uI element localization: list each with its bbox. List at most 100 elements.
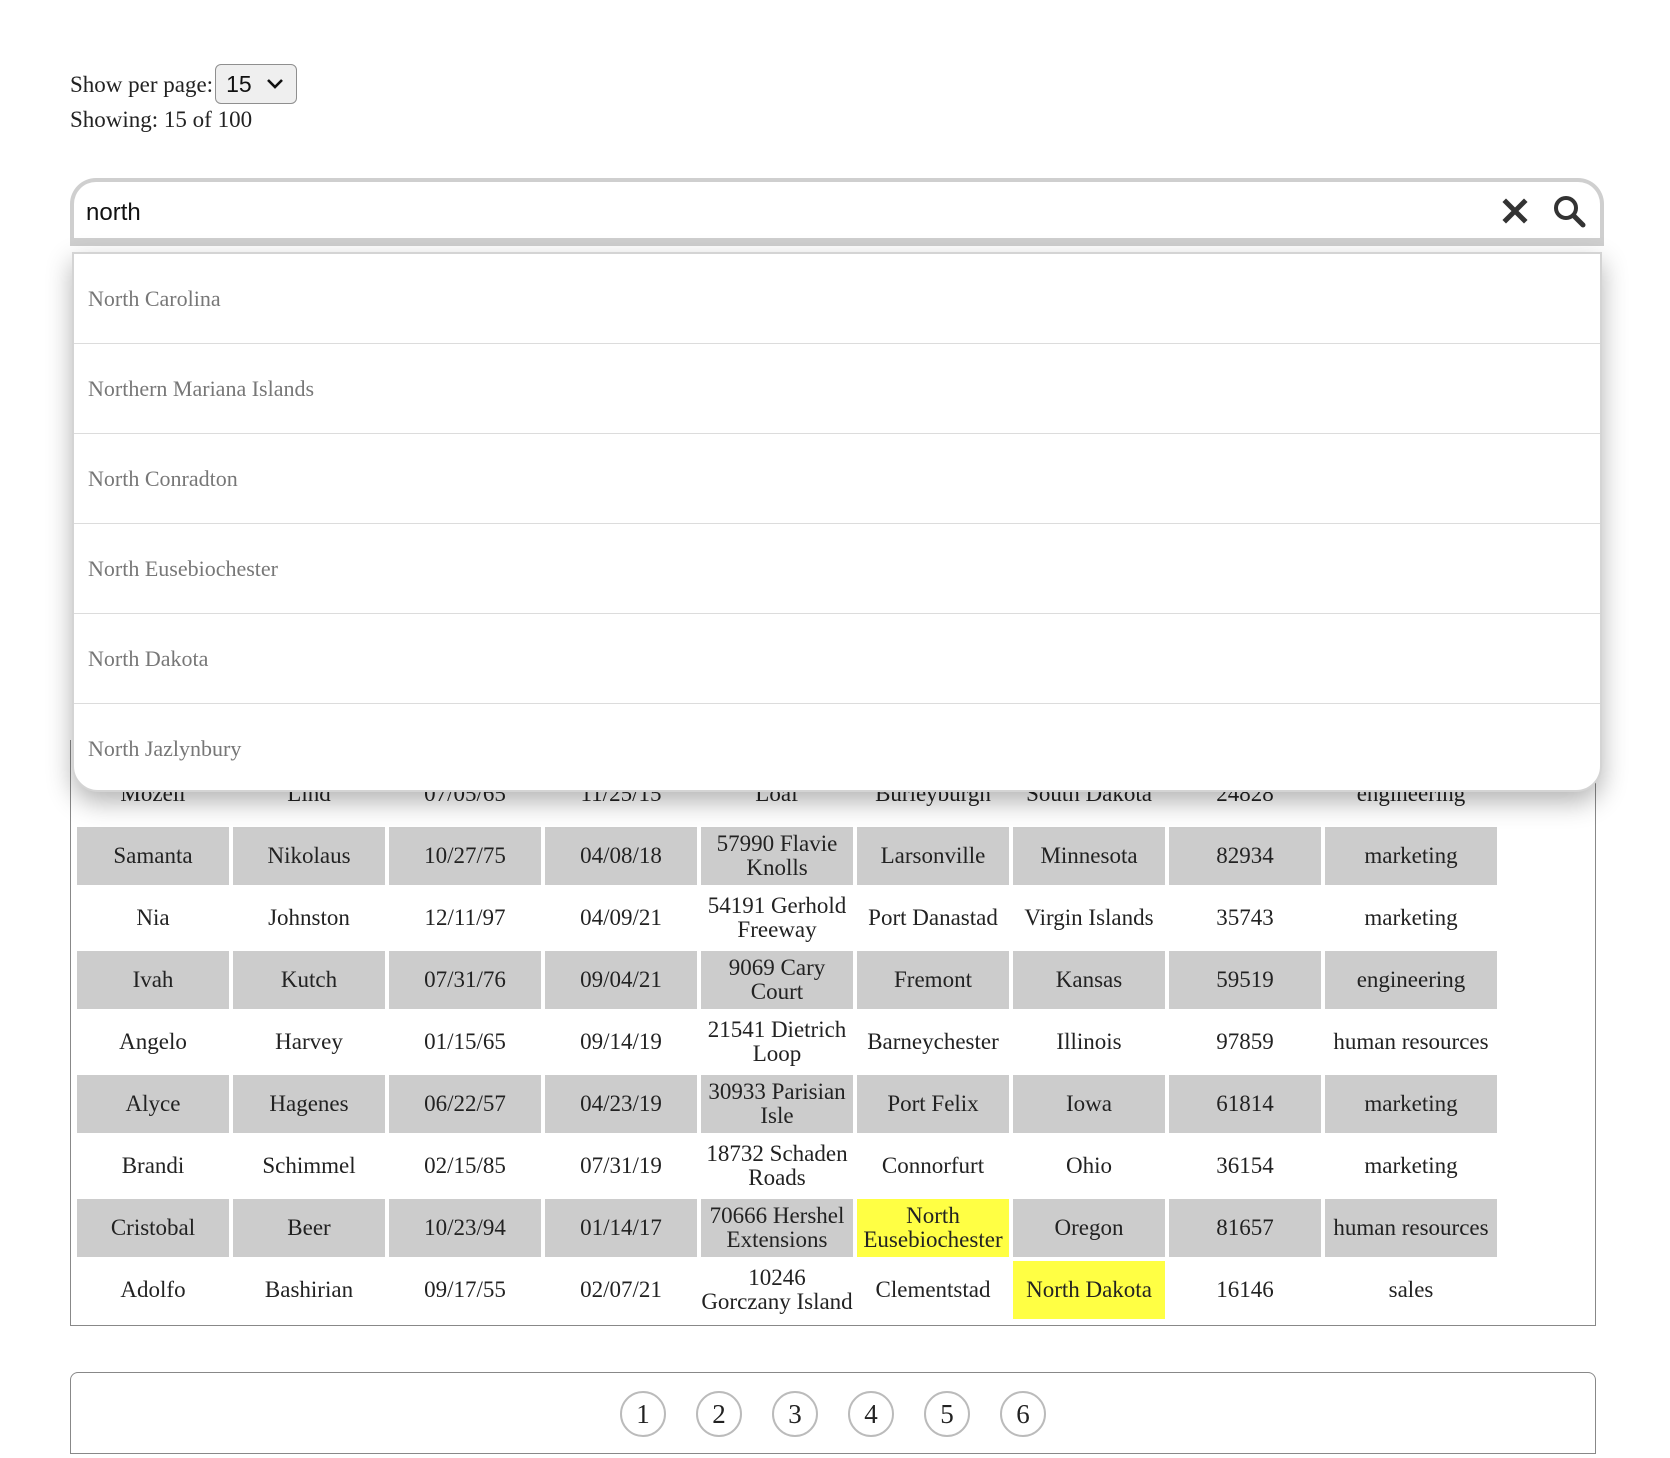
close-icon[interactable] (1500, 196, 1530, 226)
page-button-5[interactable]: 5 (924, 1391, 970, 1437)
table-cell: Bashirian (264, 1277, 354, 1302)
search-icon[interactable] (1552, 194, 1586, 228)
table-cell: 57990 Flavie Knolls (701, 827, 853, 885)
table-row: Brandi Schimmel 02/15/85 07/31/19 18732 Scha… (77, 1137, 1497, 1195)
table-cell: marketing (1364, 1153, 1458, 1178)
table-row: Alyce Hagenes 06/22/57 04/23/19 30933 Parisi… (77, 1075, 1497, 1133)
suggestion-item[interactable]: North Dakota (74, 614, 1600, 704)
pagination: 123456 (70, 1372, 1596, 1454)
table-cell: 81657 (1169, 1199, 1321, 1257)
table-cell: human resources (1325, 1199, 1497, 1257)
table-cell: 36154 (1216, 1153, 1274, 1178)
search-input[interactable] (84, 192, 1408, 234)
table-cell: Port Danastad (868, 905, 998, 930)
table-cell: 70666 Hershel Extensions (701, 1199, 853, 1257)
table-cell: 21541 Dietrich Loop (707, 1017, 847, 1066)
table-cell: Clementstad (875, 1277, 991, 1302)
page-button-2[interactable]: 2 (696, 1391, 742, 1437)
table-cell: Cristobal (77, 1199, 229, 1257)
table-cell: Hagenes (233, 1075, 385, 1133)
table-row: Angelo Harvey 01/15/65 09/14/19 21541 Dietri… (77, 1013, 1497, 1071)
table-cell: Johnston (268, 905, 350, 930)
table-cell: 54191 Gerhold Freeway (707, 893, 847, 942)
table-cell: marketing (1325, 827, 1497, 885)
table-cell: 82934 (1169, 827, 1321, 885)
table-cell: Nia (136, 905, 170, 930)
list-controls: Show per page: 15 Showing: 15 of 100 (70, 64, 298, 135)
page-button-4[interactable]: 4 (848, 1391, 894, 1437)
table-row: Samanta Nikolaus 10/27/75 04/08/18 57990 Fla… (77, 827, 1497, 885)
table-cell: Iowa (1013, 1075, 1165, 1133)
table-cell: human resources (1333, 1029, 1489, 1054)
per-page-label: Show per page: (70, 71, 214, 97)
table-cell: Oregon (1013, 1199, 1165, 1257)
table-cell: 01/14/17 (545, 1199, 697, 1257)
table-cell: 09/14/19 (580, 1029, 662, 1054)
table-cell: Connorfurt (881, 1153, 985, 1178)
table-row: Cristobal Beer 10/23/94 01/14/17 70666 Hersh… (77, 1199, 1497, 1257)
table-cell: Larsonville (857, 827, 1009, 885)
page-button-6[interactable]: 6 (1000, 1391, 1046, 1437)
table-cell-highlighted: North Eusebiochester (857, 1199, 1009, 1257)
table-cell: 10/27/75 (389, 827, 541, 885)
data-table: Mozell Lind 07/05/65 11/25/15 Loaf Burleyburg… (73, 761, 1501, 1323)
table-cell: 07/31/19 (580, 1153, 662, 1178)
table-row: Ivah Kutch 07/31/76 09/04/21 9069 Cary Court… (77, 951, 1497, 1009)
table-cell: 9069 Cary Court (701, 951, 853, 1009)
table-cell: 04/23/19 (545, 1075, 697, 1133)
table-cell: 09/17/55 (424, 1277, 506, 1302)
suggestion-item[interactable]: Northern Mariana Islands (74, 344, 1600, 434)
table-cell: 16146 (1216, 1277, 1274, 1302)
page-button-1[interactable]: 1 (620, 1391, 666, 1437)
table-cell: 02/07/21 (580, 1277, 662, 1302)
suggestion-item[interactable]: North Eusebiochester (74, 524, 1600, 614)
table-cell: 10246 Gorczany Island (701, 1265, 853, 1314)
suggestion-item[interactable]: North Jazlynbury (74, 704, 1600, 790)
chevron-down-icon (267, 79, 283, 89)
table-cell: marketing (1325, 1075, 1497, 1133)
table-cell: 01/15/65 (424, 1029, 506, 1054)
table-cell: Adolfo (120, 1277, 186, 1302)
table-cell: 09/04/21 (545, 951, 697, 1009)
table-cell: engineering (1325, 951, 1497, 1009)
table-cell: 18732 Schaden Roads (706, 1141, 848, 1190)
table-cell: 12/11/97 (424, 905, 506, 930)
per-page-select[interactable]: 15 (215, 64, 298, 104)
table-cell: Brandi (121, 1153, 185, 1178)
table-cell: Nikolaus (233, 827, 385, 885)
page-button-3[interactable]: 3 (772, 1391, 818, 1437)
table-cell: Port Felix (857, 1075, 1009, 1133)
per-page-value: 15 (226, 70, 252, 97)
autocomplete-dropdown: North Carolina Northern Mariana Islands … (72, 252, 1602, 792)
table-row: Adolfo Bashirian 09/17/55 02/07/21 10246 Gor… (77, 1261, 1497, 1319)
table-cell: 61814 (1169, 1075, 1321, 1133)
table-cell: Illinois (1056, 1029, 1122, 1054)
table-cell: 97859 (1216, 1029, 1274, 1054)
table-cell: sales (1388, 1277, 1434, 1302)
table-cell: Ohio (1066, 1153, 1112, 1178)
table-cell: 10/23/94 (389, 1199, 541, 1257)
table-row: Nia Johnston 12/11/97 04/09/21 54191 Gerhold… (77, 889, 1497, 947)
table-cell: 04/08/18 (545, 827, 697, 885)
table-cell: Kutch (233, 951, 385, 1009)
table-cell: marketing (1364, 905, 1458, 930)
table-cell: Minnesota (1013, 827, 1165, 885)
table-cell: Harvey (275, 1029, 343, 1054)
suggestion-item[interactable]: North Conradton (74, 434, 1600, 524)
search-bar (70, 178, 1604, 246)
table-cell: 30933 Parisian Isle (701, 1075, 853, 1133)
data-table-container: Mozell Lind 07/05/65 11/25/15 Loaf Burleyburg… (70, 740, 1596, 1326)
table-cell: Fremont (857, 951, 1009, 1009)
table-cell: Alyce (77, 1075, 229, 1133)
table-cell: Schimmel (262, 1153, 356, 1178)
table-cell: Ivah (77, 951, 229, 1009)
suggestion-item[interactable]: North Carolina (74, 254, 1600, 344)
table-cell: 02/15/85 (424, 1153, 506, 1178)
table-cell-highlighted: North Dakota (1013, 1261, 1165, 1319)
table-cell: 35743 (1216, 905, 1274, 930)
table-cell: 07/31/76 (389, 951, 541, 1009)
table-cell: Barneychester (867, 1029, 999, 1054)
table-cell: Samanta (77, 827, 229, 885)
table-cell: Virgin Islands (1024, 905, 1154, 930)
table-cell: 06/22/57 (389, 1075, 541, 1133)
